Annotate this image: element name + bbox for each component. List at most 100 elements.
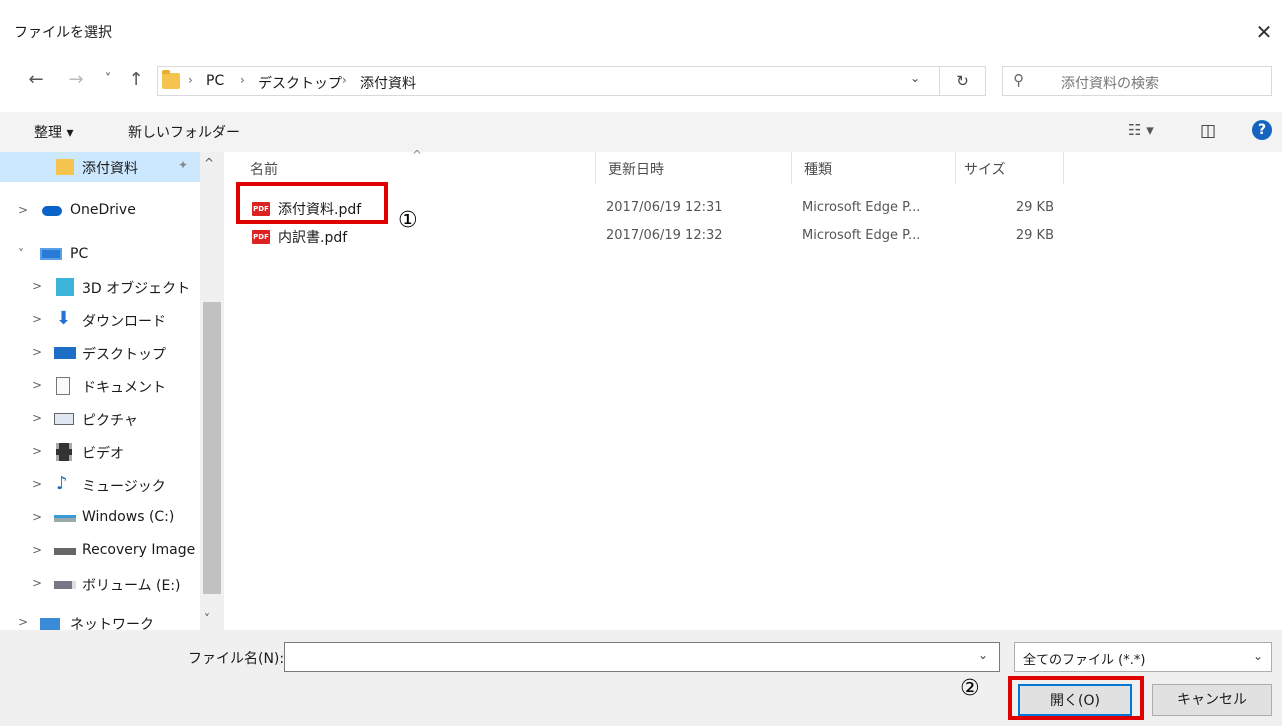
column-header-type[interactable]: 種類 xyxy=(792,152,956,184)
up-arrow-icon[interactable]: ↑ xyxy=(124,66,148,94)
chevron-right-icon[interactable]: > xyxy=(32,510,42,524)
nav-item-recovery-image[interactable]: > Recovery Image xyxy=(0,536,200,566)
nav-label: ダウンロード xyxy=(82,314,166,330)
chevron-down-icon[interactable]: ⌄ xyxy=(910,71,920,85)
file-type: Microsoft Edge P... xyxy=(802,228,921,243)
windows-drive-icon xyxy=(54,515,76,522)
chevron-right-icon[interactable]: > xyxy=(32,312,42,326)
nav-item-volume-e[interactable]: > ボリューム (E:) xyxy=(0,569,200,599)
address-bar[interactable]: › PC › デスクトップ › 添付資料 ⌄ xyxy=(157,66,940,96)
chevron-right-icon: › xyxy=(240,73,245,87)
column-header-size[interactable]: サイズ xyxy=(956,152,1064,184)
pin-icon[interactable]: ✦ xyxy=(178,158,188,172)
search-placeholder: 添付資料の検索 xyxy=(1061,76,1159,92)
nav-item-music[interactable]: > ♪ ミュージック xyxy=(0,470,200,500)
network-icon xyxy=(40,618,60,630)
nav-item-3d-objects[interactable]: > 3D オブジェクト xyxy=(0,272,200,302)
music-note-icon: ♪ xyxy=(56,473,68,494)
command-bar: 整理 ▾ 新しいフォルダー ☷ ▾ ◫ ? xyxy=(0,112,1282,152)
table-row[interactable]: PDF 内訳書.pdf 2017/06/19 12:32 Microsoft E… xyxy=(232,224,1282,250)
cloud-icon xyxy=(42,206,62,216)
chevron-right-icon[interactable]: > xyxy=(32,543,42,557)
file-name[interactable]: 内訳書.pdf xyxy=(278,227,347,247)
new-folder-button[interactable]: 新しいフォルダー xyxy=(128,122,240,142)
chevron-right-icon: › xyxy=(342,73,347,87)
desktop-icon xyxy=(54,347,76,359)
breadcrumb-desktop[interactable]: デスクトップ xyxy=(258,73,342,93)
nav-label: Recovery Image xyxy=(82,542,196,558)
help-icon[interactable]: ? xyxy=(1252,120,1272,140)
column-type-label: 種類 xyxy=(804,162,832,178)
filename-input[interactable] xyxy=(284,642,1000,672)
nav-label: ビデオ xyxy=(82,446,124,462)
chevron-down-icon[interactable]: ˅ xyxy=(18,247,24,261)
pdf-file-icon: PDF xyxy=(252,230,270,244)
preview-pane-icon[interactable]: ◫ xyxy=(1200,121,1216,141)
column-date-label: 更新日時 xyxy=(608,162,664,178)
sort-ascending-icon: ^ xyxy=(412,148,423,162)
nav-item-desktop[interactable]: > デスクトップ xyxy=(0,338,200,368)
breadcrumb-current-folder[interactable]: 添付資料 xyxy=(360,73,416,93)
back-arrow-icon[interactable]: ← xyxy=(24,66,48,94)
nav-label: Windows (C:) xyxy=(82,509,175,525)
navigation-bar: ← → ˅ ↑ › PC › デスクトップ › 添付資料 ⌄ ↻ ⚲ 添付資料の… xyxy=(0,60,1282,100)
chevron-right-icon[interactable]: > xyxy=(32,345,42,359)
callout-two: ② xyxy=(960,676,980,701)
nav-item-attachments[interactable]: 添付資料 ✦ xyxy=(0,152,200,182)
file-size: 29 KB xyxy=(1015,228,1054,243)
recent-locations-icon[interactable]: ˅ xyxy=(96,66,120,94)
nav-label: 3D オブジェクト xyxy=(82,281,191,297)
filetype-value: 全てのファイル (*.*) xyxy=(1023,653,1146,668)
nav-scrollbar-thumb[interactable] xyxy=(203,302,221,594)
chevron-right-icon[interactable]: > xyxy=(32,444,42,458)
chevron-right-icon[interactable]: > xyxy=(32,411,42,425)
filetype-select[interactable]: 全てのファイル (*.*) ⌄ xyxy=(1014,642,1272,672)
nav-label: ネットワーク xyxy=(70,617,154,630)
nav-label: PC xyxy=(70,246,89,262)
nav-item-pictures[interactable]: > ピクチャ xyxy=(0,404,200,434)
nav-label: デスクトップ xyxy=(82,347,166,363)
organize-button[interactable]: 整理 ▾ xyxy=(34,122,73,142)
nav-item-network[interactable]: > ネットワーク xyxy=(0,608,200,630)
nav-label: OneDrive xyxy=(70,202,136,218)
nav-item-windows-c[interactable]: > Windows (C:) xyxy=(0,503,200,533)
picture-icon xyxy=(54,413,74,425)
chevron-down-icon[interactable]: ⌄ xyxy=(978,648,988,662)
scroll-up-icon[interactable]: ^ xyxy=(204,156,214,170)
nav-label: 添付資料 xyxy=(82,161,138,177)
breadcrumb-pc[interactable]: PC xyxy=(206,73,224,89)
column-size-label: サイズ xyxy=(964,162,1006,178)
file-open-dialog: ファイルを選択 ✕ ← → ˅ ↑ › PC › デスクトップ › 添付資料 ⌄… xyxy=(0,0,1282,726)
document-icon xyxy=(56,377,70,395)
scroll-down-icon[interactable]: ˅ xyxy=(204,612,210,626)
navigation-pane: 添付資料 ✦ > OneDrive ˅ PC > 3D オブジェクト > ⬇ ダ… xyxy=(0,152,225,630)
file-date: 2017/06/19 12:31 xyxy=(606,200,723,215)
video-icon xyxy=(56,443,72,461)
forward-arrow-icon[interactable]: → xyxy=(64,66,88,94)
column-header-name[interactable]: 名前 ^ xyxy=(232,148,596,184)
usb-drive-icon xyxy=(54,581,76,589)
column-header-date[interactable]: 更新日時 xyxy=(596,152,792,184)
nav-item-videos[interactable]: > ビデオ xyxy=(0,437,200,467)
view-options-icon[interactable]: ☷ ▾ xyxy=(1128,121,1154,139)
refresh-button[interactable]: ↻ xyxy=(940,66,986,96)
chevron-right-icon[interactable]: > xyxy=(32,576,42,590)
pc-icon xyxy=(40,248,62,260)
chevron-right-icon[interactable]: > xyxy=(18,203,28,217)
nav-label: ミュージック xyxy=(82,479,166,495)
chevron-right-icon[interactable]: > xyxy=(32,378,42,392)
nav-item-downloads[interactable]: > ⬇ ダウンロード xyxy=(0,305,200,335)
search-box[interactable]: ⚲ 添付資料の検索 xyxy=(1002,66,1272,96)
highlight-box-file xyxy=(236,182,388,224)
nav-item-onedrive[interactable]: > OneDrive xyxy=(0,196,200,226)
drive-icon xyxy=(54,548,76,555)
chevron-right-icon[interactable]: > xyxy=(32,477,42,491)
nav-item-documents[interactable]: > ドキュメント xyxy=(0,371,200,401)
folder-icon xyxy=(162,70,180,89)
cancel-button[interactable]: キャンセル xyxy=(1152,684,1272,716)
nav-item-pc[interactable]: ˅ PC xyxy=(0,240,200,270)
close-icon[interactable]: ✕ xyxy=(1246,14,1282,50)
table-row[interactable]: PDF 添付資料.pdf 2017/06/19 12:31 Microsoft … xyxy=(232,196,1282,222)
chevron-right-icon[interactable]: > xyxy=(18,615,28,629)
chevron-right-icon[interactable]: > xyxy=(32,279,42,293)
